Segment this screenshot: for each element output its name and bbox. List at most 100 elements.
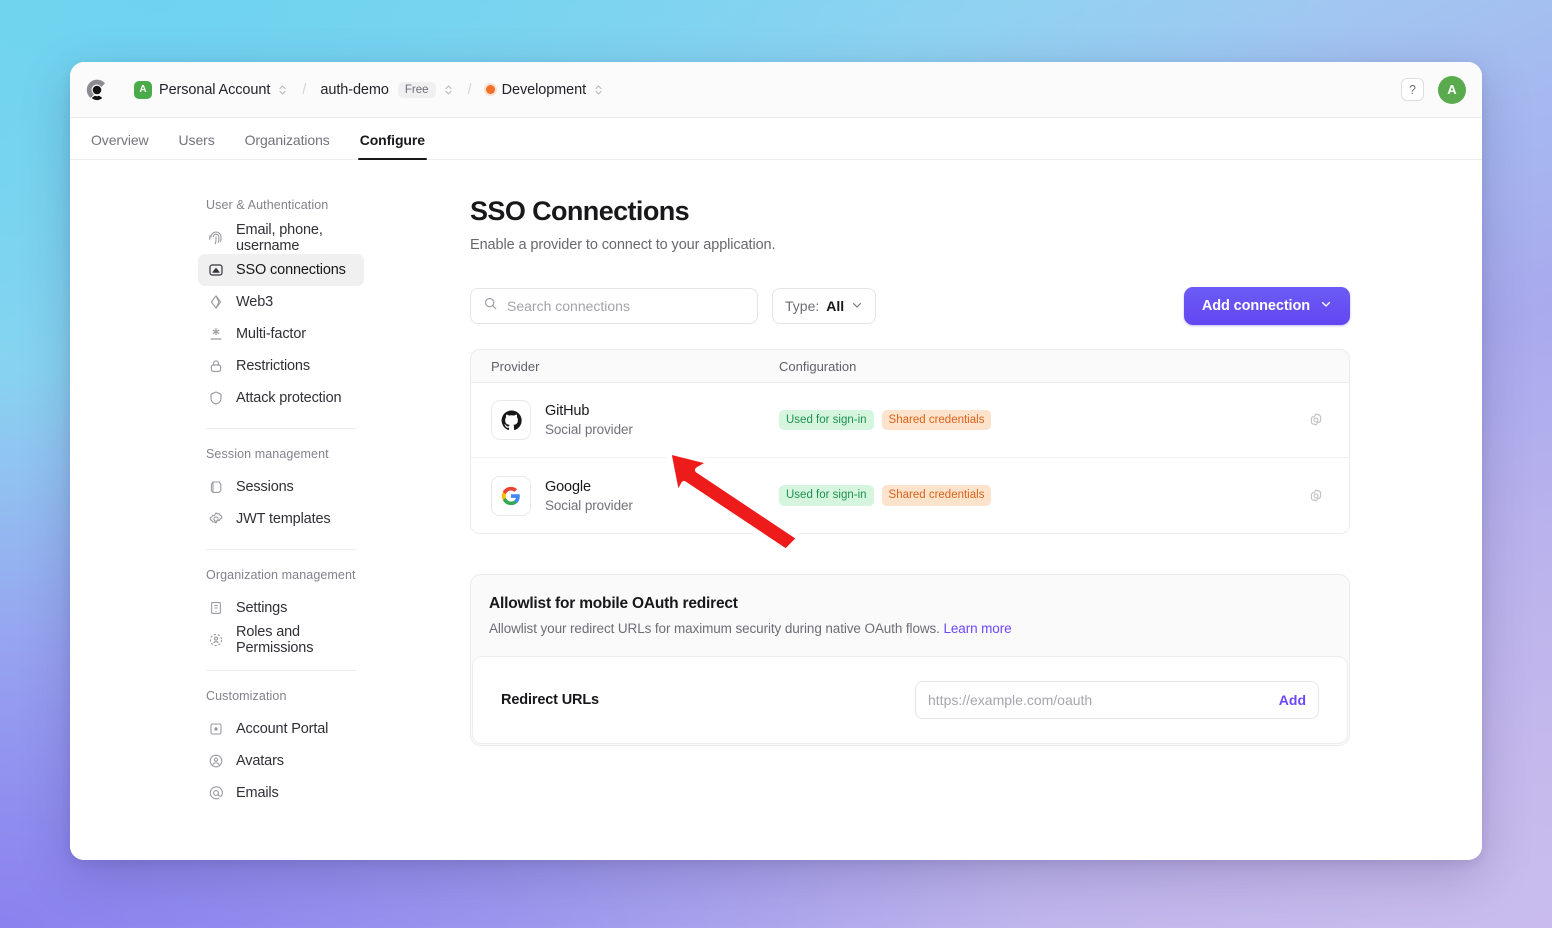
portal-icon <box>208 721 224 737</box>
sidebar-item-roles-and-permissions[interactable]: Roles and Permissions <box>198 624 364 656</box>
tab-overview[interactable]: Overview <box>76 132 164 159</box>
toolbar: Type: All Add connection <box>470 287 1350 325</box>
sidebar-item-label: Web3 <box>236 294 274 310</box>
sidebar-item-emails[interactable]: Emails <box>198 777 364 809</box>
google-icon <box>491 475 531 516</box>
building-icon <box>208 600 224 616</box>
search-icon <box>483 296 498 316</box>
provider-cell: Google Social provider <box>491 475 779 516</box>
chevron-updown-icon <box>277 83 288 97</box>
redirect-urls-label: Redirect URLs <box>501 692 599 708</box>
allowlist-panel: Allowlist for mobile OAuth redirect Allo… <box>470 574 1350 746</box>
type-filter-dropdown[interactable]: Type: All <box>772 288 877 324</box>
fingerprint-icon <box>208 230 224 246</box>
sidebar-item-restrictions[interactable]: Restrictions <box>198 350 364 382</box>
redirect-url-input[interactable] <box>928 692 1269 708</box>
avatar[interactable]: A <box>1438 75 1466 104</box>
provider-name: GitHub <box>545 403 590 419</box>
github-icon <box>491 400 531 440</box>
sidebar-item-attack-protection[interactable]: Attack protection <box>198 382 364 414</box>
provider-text: Google Social provider <box>545 479 633 513</box>
provider-cell: GitHub Social provider <box>491 400 779 440</box>
type-filter-label: Type: <box>785 298 820 314</box>
add-redirect-url-button[interactable]: Add <box>1269 692 1306 708</box>
sidebar-divider-2 <box>206 549 356 550</box>
sidebar-item-label: Roles and Permissions <box>236 624 314 656</box>
sidebar-item-label: JWT templates <box>236 511 331 527</box>
clerk-logo-icon[interactable] <box>84 77 110 103</box>
search-input[interactable] <box>507 298 745 314</box>
sidebar-item-avatars[interactable]: Avatars <box>198 745 364 777</box>
table-row[interactable]: GitHub Social provider Used for sign-in … <box>471 383 1349 458</box>
lock-icon <box>208 358 224 374</box>
breadcrumb-environment[interactable]: Development <box>480 78 610 102</box>
plan-badge: Free <box>397 81 436 98</box>
configuration-cell: Used for sign-in Shared credentials <box>779 409 1303 431</box>
gear-icon[interactable] <box>1303 407 1329 433</box>
breadcrumb-separator-2: / <box>467 81 472 98</box>
sidebar-group-title: Session management <box>206 447 329 461</box>
configuration-cell: Used for sign-in Shared credentials <box>779 485 1303 506</box>
sidebar-group-title: Organization management <box>206 568 356 582</box>
allowlist-header: Allowlist for mobile OAuth redirect Allo… <box>471 575 1349 656</box>
tab-organizations[interactable]: Organizations <box>230 132 345 159</box>
search-connections-box[interactable] <box>470 288 758 324</box>
account-label: Personal Account <box>159 81 271 98</box>
column-header-configuration: Configuration <box>779 358 857 374</box>
sidebar-item-account-portal[interactable]: Account Portal <box>198 713 364 745</box>
sidebar-group-title: User & Authentication <box>206 198 329 212</box>
shield-icon <box>208 390 224 406</box>
status-badge: Used for sign-in <box>779 409 874 431</box>
main-panel: SSO Connections Enable a provider to con… <box>432 160 1482 860</box>
gear-icon[interactable] <box>1303 483 1329 509</box>
table-row[interactable]: Google Social provider Used for sign-in … <box>471 458 1349 533</box>
sidebar-item-multi-factor[interactable]: Multi-factor <box>198 318 364 350</box>
sidebar-item-label: Sessions <box>236 479 294 495</box>
provider-name: Google <box>545 478 591 495</box>
status-badge: Shared credentials <box>881 409 992 431</box>
learn-more-link[interactable]: Learn more <box>943 621 1011 636</box>
at-icon <box>208 785 224 801</box>
sidebar-item-label: Settings <box>236 600 288 616</box>
top-bar-actions: ? A <box>1401 75 1466 104</box>
sidebar-item-label: Avatars <box>236 753 284 769</box>
allowlist-description: Allowlist your redirect URLs for maximum… <box>489 621 1331 636</box>
add-connection-label: Add connection <box>1201 298 1310 314</box>
sidebar-group-title: Customization <box>206 689 287 703</box>
app-window: A Personal Account / auth-demo Free / De… <box>70 62 1482 860</box>
tab-users[interactable]: Users <box>164 132 230 159</box>
allowlist-description-text: Allowlist your redirect URLs for maximum… <box>489 621 940 636</box>
environment-label: Development <box>501 81 587 98</box>
sidebar-item-sso-connections[interactable]: SSO connections <box>198 254 364 286</box>
sidebar-divider-3 <box>206 670 356 671</box>
sidebar-item-settings[interactable]: Settings <box>198 592 364 624</box>
tab-configure[interactable]: Configure <box>345 132 440 160</box>
sidebar-item-label: SSO connections <box>236 262 346 278</box>
environment-dot-icon <box>485 85 495 94</box>
sidebar-item-jwt-templates[interactable]: JWT templates <box>198 503 364 535</box>
help-icon[interactable]: ? <box>1401 78 1424 101</box>
content-area: User & Authentication Email, phone, user… <box>70 160 1482 860</box>
sidebar-item-label: Restrictions <box>236 358 310 374</box>
sidebar-group-user-authentication: User & Authentication Email, phone, user… <box>198 198 364 414</box>
chevron-updown-icon <box>443 83 454 97</box>
sidebar-item-label: Attack protection <box>236 390 342 406</box>
breadcrumb-account[interactable]: A Personal Account <box>128 77 294 103</box>
sidebar-item-web3[interactable]: Web3 <box>198 286 364 318</box>
connections-table: Provider Configuration GitHub Social pro… <box>470 349 1350 534</box>
account-badge: A <box>134 80 152 99</box>
sidebar-item-label: Email, phone, username <box>236 222 323 254</box>
sidebar-item-sessions[interactable]: Sessions <box>198 471 364 503</box>
add-connection-button[interactable]: Add connection <box>1183 287 1350 325</box>
chevron-down-icon <box>851 298 863 314</box>
page-subtitle: Enable a provider to connect to your app… <box>470 237 776 253</box>
breadcrumb-application[interactable]: auth-demo Free <box>314 78 459 102</box>
avatar-icon <box>208 753 224 769</box>
redirect-url-field[interactable]: Add <box>915 681 1319 719</box>
multi-factor-icon <box>208 326 224 342</box>
sidebar-item-label: Emails <box>236 785 279 801</box>
type-filter-value: All <box>826 298 845 314</box>
sidebar-item-email-phone-username[interactable]: Email, phone, username <box>198 222 364 254</box>
sidebar-item-label: Multi-factor <box>236 326 306 342</box>
sidebar-divider-1 <box>206 428 356 429</box>
